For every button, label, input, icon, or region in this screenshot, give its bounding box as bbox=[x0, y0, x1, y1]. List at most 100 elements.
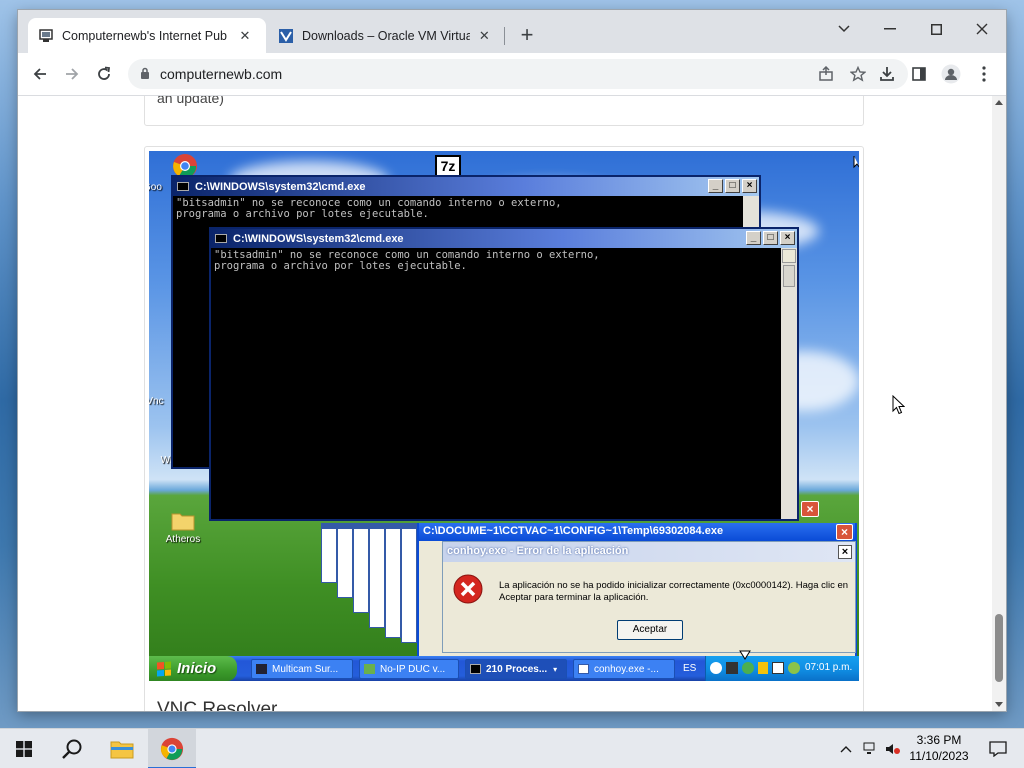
start-button[interactable] bbox=[0, 729, 48, 768]
cmd-window-front[interactable]: C:\WINDOWS\system32\cmd.exe _ □ × "bitsa… bbox=[209, 227, 799, 521]
profile-avatar-icon[interactable] bbox=[937, 60, 965, 88]
page-scrollbar[interactable] bbox=[992, 96, 1006, 711]
browser-toolbar: computernewb.com bbox=[18, 53, 1006, 96]
tray-network-icon[interactable] bbox=[788, 662, 800, 674]
close-button[interactable]: × bbox=[838, 545, 852, 559]
tab-strip: Computernewb's Internet Pub Hub ✕ Downlo… bbox=[18, 10, 1006, 53]
error-dialog[interactable]: conhoy.exe - Error de la aplicación × La… bbox=[442, 541, 856, 653]
chrome-taskbar-button[interactable] bbox=[148, 729, 196, 768]
language-indicator[interactable]: ES bbox=[683, 663, 696, 674]
chrome-icon bbox=[160, 737, 184, 761]
stacked-window bbox=[369, 523, 385, 628]
back-button[interactable] bbox=[26, 60, 54, 88]
scroll-thumb[interactable] bbox=[995, 614, 1003, 682]
menu-kebab-icon[interactable] bbox=[970, 60, 998, 88]
address-bar[interactable]: computernewb.com bbox=[128, 59, 908, 89]
chevron-down-icon: ▾ bbox=[553, 664, 558, 674]
system-tray: 07:01 p.m. bbox=[705, 656, 859, 681]
tray-camera-icon[interactable] bbox=[726, 662, 738, 674]
xp-clock[interactable]: 07:01 p.m. bbox=[805, 662, 852, 673]
maximize-button[interactable] bbox=[913, 14, 959, 44]
side-panel-icon[interactable] bbox=[905, 60, 933, 88]
start-button[interactable]: Inicio bbox=[149, 656, 237, 681]
downloads-icon[interactable] bbox=[873, 60, 901, 88]
url-text[interactable]: computernewb.com bbox=[160, 66, 282, 82]
lock-icon[interactable] bbox=[140, 67, 150, 85]
page-viewport: an update) Goo 7z WrarSUIes bbox=[18, 96, 992, 711]
next-post-heading: VNC Resolver bbox=[157, 699, 278, 711]
tab-title: Computernewb's Internet Pub Hub bbox=[62, 28, 230, 43]
taskbar-item-multicam[interactable]: Multicam Sur... bbox=[251, 659, 353, 679]
desktop-icon-atheros[interactable]: Atheros bbox=[151, 511, 215, 545]
new-tab-button[interactable]: + bbox=[515, 24, 539, 48]
close-window-button[interactable] bbox=[959, 14, 1005, 44]
taskbar-item-conhoy[interactable]: conhoy.exe -... bbox=[573, 659, 675, 679]
reload-icon bbox=[98, 66, 111, 80]
xp-cursor-icon bbox=[739, 650, 751, 660]
maximize-button[interactable]: □ bbox=[763, 231, 778, 245]
mouse-cursor-icon bbox=[892, 395, 905, 415]
taskbar-item-processes[interactable]: 210 Proces... ▾ bbox=[465, 659, 567, 679]
minimize-button[interactable]: _ bbox=[746, 231, 761, 245]
maximize-button[interactable]: □ bbox=[725, 179, 740, 193]
computernewb-favicon-icon bbox=[38, 28, 54, 44]
error-dialog-title[interactable]: conhoy.exe - Error de la aplicación bbox=[443, 542, 855, 562]
previous-post-text: an update) bbox=[157, 96, 224, 106]
close-button[interactable]: × bbox=[836, 524, 853, 540]
file-explorer-button[interactable] bbox=[98, 729, 146, 768]
arrow-left-icon bbox=[33, 68, 46, 80]
scroll-down-icon[interactable] bbox=[995, 702, 1003, 707]
folder-icon bbox=[110, 741, 134, 759]
temp-window-title[interactable]: C:\DOCUME~1\CCTVAC~1\CONFIG~1\Temp\69302… bbox=[419, 523, 855, 541]
forward-button[interactable] bbox=[58, 60, 86, 88]
tray-arrow-icon[interactable] bbox=[710, 662, 722, 674]
notifications-button[interactable] bbox=[978, 729, 1018, 768]
clock-time: 3:36 PM bbox=[916, 733, 962, 747]
console-output[interactable]: "bitsadmin" no se reconoce como un coman… bbox=[211, 248, 781, 519]
stacked-window bbox=[353, 523, 369, 613]
reload-button[interactable] bbox=[90, 60, 118, 88]
close-tab-icon[interactable]: ✕ bbox=[476, 27, 493, 45]
minimize-button[interactable] bbox=[867, 14, 913, 44]
scroll-up-icon[interactable] bbox=[995, 100, 1003, 105]
system-clock[interactable]: 3:36 PM 11/10/2023 bbox=[904, 732, 974, 764]
xp-desktop-screenshot[interactable]: Goo 7z WrarSUIes Atheros Vnc bbox=[149, 151, 859, 681]
cmd-window-title[interactable]: C:\WINDOWS\system32\cmd.exe bbox=[173, 177, 759, 196]
chrome-window: Computernewb's Internet Pub Hub ✕ Downlo… bbox=[18, 10, 1006, 711]
stacked-window bbox=[321, 523, 337, 583]
stacked-window bbox=[401, 523, 417, 643]
volume-button[interactable] bbox=[882, 729, 904, 768]
close-tab-icon[interactable]: ✕ bbox=[236, 27, 254, 45]
console-scrollbar[interactable] bbox=[781, 248, 797, 519]
bookmark-star-icon[interactable] bbox=[844, 60, 872, 88]
folder-icon bbox=[171, 513, 195, 531]
desktop-icon-label: Atheros bbox=[165, 534, 201, 545]
stacked-window bbox=[337, 523, 353, 598]
network-icon bbox=[863, 742, 875, 754]
arrow-right-icon bbox=[66, 68, 79, 80]
tab-search-button[interactable] bbox=[821, 14, 867, 44]
close-button[interactable]: × bbox=[780, 231, 795, 245]
tray-vnc-icon[interactable] bbox=[772, 662, 784, 674]
show-hidden-icons-button[interactable] bbox=[834, 729, 858, 768]
virtualbox-favicon-icon bbox=[278, 28, 294, 44]
cmd-window-title[interactable]: C:\WINDOWS\system32\cmd.exe bbox=[211, 229, 797, 248]
share-icon[interactable] bbox=[812, 60, 840, 88]
minimize-button[interactable]: _ bbox=[708, 179, 723, 193]
close-button[interactable]: × bbox=[742, 179, 757, 193]
chevron-up-icon bbox=[840, 746, 852, 753]
desktop-icon-7zip[interactable]: 7z bbox=[435, 155, 465, 177]
taskbar-item-noip[interactable]: No-IP DUC v... bbox=[359, 659, 459, 679]
close-button[interactable]: × bbox=[801, 501, 819, 517]
post-card: Goo 7z WrarSUIes Atheros Vnc bbox=[144, 146, 864, 711]
ok-button[interactable]: Aceptar bbox=[617, 620, 683, 640]
tray-shield-icon[interactable] bbox=[758, 662, 768, 674]
tab-computernewb[interactable]: Computernewb's Internet Pub Hub ✕ bbox=[28, 18, 266, 53]
tab-virtualbox-downloads[interactable]: Downloads – Oracle VM VirtualBox ✕ bbox=[268, 18, 503, 53]
stacked-window bbox=[385, 523, 401, 638]
xp-taskbar: Inicio Multicam Sur... No-IP DUC v... 21… bbox=[149, 656, 859, 681]
noip-icon bbox=[364, 664, 375, 674]
windows-flag-icon bbox=[157, 661, 171, 676]
search-button[interactable] bbox=[48, 729, 96, 768]
network-status-button[interactable] bbox=[860, 729, 882, 768]
